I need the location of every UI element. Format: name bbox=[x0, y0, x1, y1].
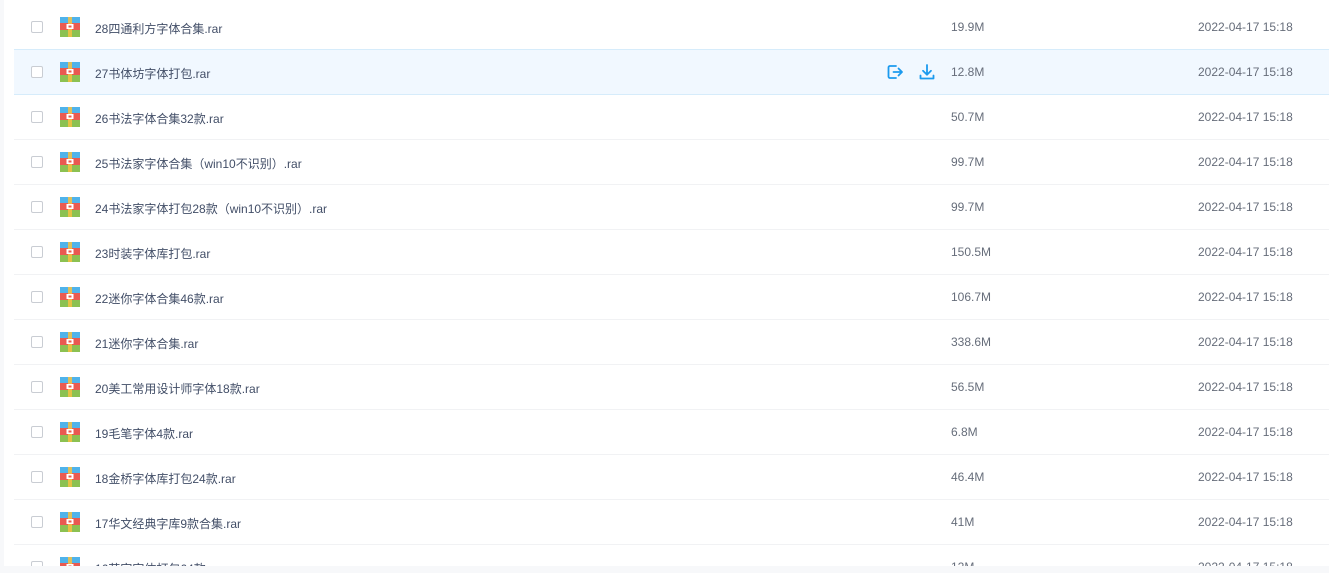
file-size: 6.8M bbox=[951, 425, 978, 439]
rar-archive-icon bbox=[60, 422, 80, 442]
file-row[interactable]: 24书法家字体打包28款（win10不识别）.rar 99.7M 2022-04… bbox=[14, 185, 1329, 230]
rar-archive-icon bbox=[60, 557, 80, 566]
rar-archive-icon bbox=[60, 467, 80, 487]
row-checkbox[interactable] bbox=[31, 381, 43, 393]
file-row[interactable]: 19毛笔字体4款.rar 6.8M 2022-04-17 15:18 bbox=[14, 410, 1329, 455]
file-date: 2022-04-17 15:18 bbox=[1198, 20, 1293, 34]
file-date: 2022-04-17 15:18 bbox=[1198, 290, 1293, 304]
file-name[interactable]: 16艺字字体打包64款 bbox=[95, 560, 206, 566]
file-date: 2022-04-17 15:18 bbox=[1198, 200, 1293, 214]
row-checkbox[interactable] bbox=[31, 516, 43, 528]
file-date: 2022-04-17 15:18 bbox=[1198, 245, 1293, 259]
file-size: 12.8M bbox=[951, 65, 985, 79]
file-list-panel: 28四通利方字体合集.rar 19.9M 2022-04-17 15:18 27… bbox=[4, 0, 1329, 566]
file-size: 50.7M bbox=[951, 110, 985, 124]
row-actions bbox=[885, 62, 937, 82]
rar-archive-icon bbox=[60, 197, 80, 217]
row-checkbox[interactable] bbox=[31, 561, 43, 566]
file-name[interactable]: 25书法家字体合集（win10不识别）.rar bbox=[95, 155, 302, 172]
file-size: 150.5M bbox=[951, 245, 992, 259]
file-size: 106.7M bbox=[951, 290, 992, 304]
file-row[interactable]: 20美工常用设计师字体18款.rar 56.5M 2022-04-17 15:1… bbox=[14, 365, 1329, 410]
file-row[interactable]: 22迷你字体合集46款.rar 106.7M 2022-04-17 15:18 bbox=[14, 275, 1329, 320]
file-date: 2022-04-17 15:18 bbox=[1198, 155, 1293, 169]
file-name[interactable]: 28四通利方字体合集.rar bbox=[95, 20, 222, 37]
file-size: 338.6M bbox=[951, 335, 992, 349]
file-name[interactable]: 17华文经典字库9款合集.rar bbox=[95, 515, 241, 532]
row-checkbox[interactable] bbox=[31, 21, 43, 33]
row-checkbox[interactable] bbox=[31, 111, 43, 123]
rar-archive-icon bbox=[60, 242, 80, 262]
file-size: 41M bbox=[951, 515, 975, 529]
row-checkbox[interactable] bbox=[31, 426, 43, 438]
file-name[interactable]: 22迷你字体合集46款.rar bbox=[95, 290, 224, 307]
file-row[interactable]: 21迷你字体合集.rar 338.6M 2022-04-17 15:18 bbox=[14, 320, 1329, 365]
file-row[interactable]: 17华文经典字库9款合集.rar 41M 2022-04-17 15:18 bbox=[14, 500, 1329, 545]
row-checkbox[interactable] bbox=[31, 156, 43, 168]
file-size: 12M bbox=[951, 560, 974, 566]
row-checkbox[interactable] bbox=[31, 291, 43, 303]
file-size: 99.7M bbox=[951, 200, 985, 214]
file-size: 56.5M bbox=[951, 380, 985, 394]
file-name[interactable]: 21迷你字体合集.rar bbox=[95, 335, 198, 352]
file-date: 2022-04-17 15:18 bbox=[1198, 380, 1293, 394]
file-date: 2022-04-17 15:18 bbox=[1198, 335, 1293, 349]
file-size: 19.9M bbox=[951, 20, 985, 34]
file-row[interactable]: 23时装字体库打包.rar 150.5M 2022-04-17 15:18 bbox=[14, 230, 1329, 275]
row-checkbox[interactable] bbox=[31, 246, 43, 258]
file-name[interactable]: 19毛笔字体4款.rar bbox=[95, 425, 193, 442]
file-date: 2022-04-17 15:18 bbox=[1198, 425, 1293, 439]
file-name[interactable]: 23时装字体库打包.rar bbox=[95, 245, 210, 262]
file-name[interactable]: 20美工常用设计师字体18款.rar bbox=[95, 380, 260, 397]
row-checkbox[interactable] bbox=[31, 471, 43, 483]
row-checkbox[interactable] bbox=[31, 201, 43, 213]
rar-archive-icon bbox=[60, 62, 80, 82]
rar-archive-icon bbox=[60, 152, 80, 172]
rar-archive-icon bbox=[60, 107, 80, 127]
rar-archive-icon bbox=[60, 332, 80, 352]
file-row[interactable]: 28四通利方字体合集.rar 19.9M 2022-04-17 15:18 bbox=[14, 5, 1329, 50]
file-name[interactable]: 18金桥字体库打包24款.rar bbox=[95, 470, 236, 487]
file-row[interactable]: 26书法字体合集32款.rar 50.7M 2022-04-17 15:18 bbox=[14, 95, 1329, 140]
file-date: 2022-04-17 15:18 bbox=[1198, 470, 1293, 484]
file-name[interactable]: 26书法字体合集32款.rar bbox=[95, 110, 224, 127]
download-icon[interactable] bbox=[917, 62, 937, 82]
file-row[interactable]: 27书体坊字体打包.rar 12.8M 2022-04-17 15:18 bbox=[14, 49, 1329, 95]
share-out-icon[interactable] bbox=[885, 62, 905, 82]
row-checkbox[interactable] bbox=[31, 336, 43, 348]
file-date: 2022-04-17 15:18 bbox=[1198, 65, 1293, 79]
row-checkbox[interactable] bbox=[31, 66, 43, 78]
rar-archive-icon bbox=[60, 377, 80, 397]
file-date: 2022-04-17 15:18 bbox=[1198, 110, 1293, 124]
file-size: 46.4M bbox=[951, 470, 985, 484]
file-name[interactable]: 24书法家字体打包28款（win10不识别）.rar bbox=[95, 200, 327, 217]
rar-archive-icon bbox=[60, 287, 80, 307]
rar-archive-icon bbox=[60, 17, 80, 37]
file-date: 2022-04-17 15:18 bbox=[1198, 515, 1293, 529]
file-row[interactable]: 25书法家字体合集（win10不识别）.rar 99.7M 2022-04-17… bbox=[14, 140, 1329, 185]
file-name[interactable]: 27书体坊字体打包.rar bbox=[95, 65, 210, 82]
file-row[interactable]: 18金桥字体库打包24款.rar 46.4M 2022-04-17 15:18 bbox=[14, 455, 1329, 500]
rar-archive-icon bbox=[60, 512, 80, 532]
file-size: 99.7M bbox=[951, 155, 985, 169]
file-row[interactable]: 16艺字字体打包64款 12M 2022-04-17 15:18 bbox=[14, 545, 1329, 566]
file-date: 2022-04-17 15:18 bbox=[1198, 560, 1293, 566]
file-list: 28四通利方字体合集.rar 19.9M 2022-04-17 15:18 27… bbox=[14, 5, 1329, 566]
